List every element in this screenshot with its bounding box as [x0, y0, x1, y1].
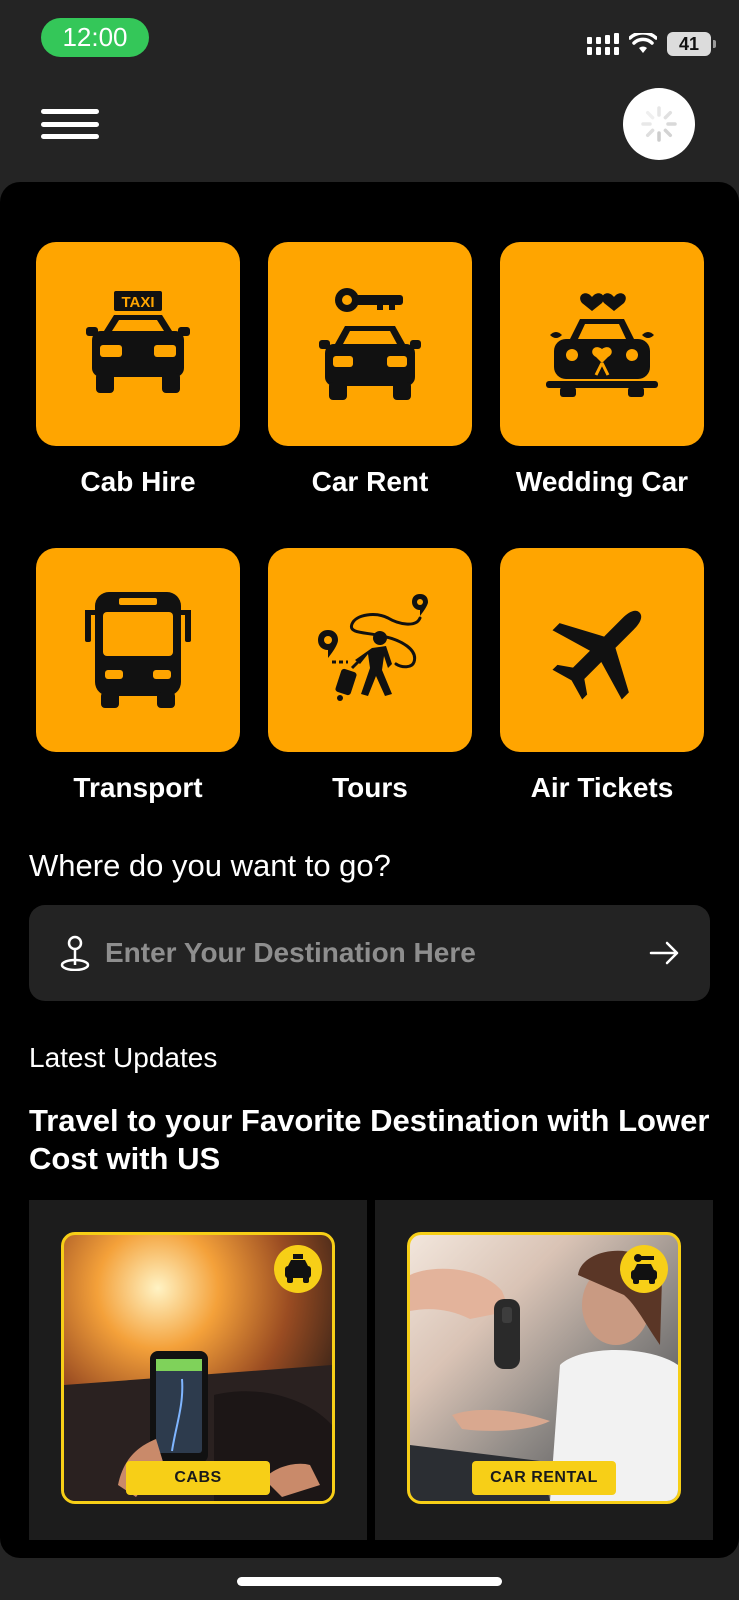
service-tile[interactable] — [268, 548, 472, 752]
signal-icon — [587, 33, 619, 55]
car-key-badge-icon — [620, 1245, 668, 1293]
loading-spinner-icon — [641, 106, 677, 142]
service-air-tickets[interactable]: Air Tickets — [500, 548, 704, 804]
car-rental-photo: CAR RENTAL — [407, 1232, 681, 1504]
wedding-car-icon — [546, 293, 658, 397]
service-car-rent[interactable]: Car Rent — [268, 242, 472, 498]
promo-headline: Travel to your Favorite Destination with… — [29, 1103, 710, 1176]
service-label: Air Tickets — [530, 772, 674, 803]
car-key-icon — [319, 288, 421, 400]
card-tag: CABS — [126, 1461, 270, 1495]
service-tile[interactable] — [36, 548, 240, 752]
main-panel: TAXI Cab Hire Car Rent Wedding Car Trans… — [0, 182, 739, 1558]
home-indicator[interactable] — [237, 1577, 502, 1586]
profile-avatar[interactable] — [623, 88, 695, 160]
updates-carousel[interactable]: CABS CAR RENTAL — [29, 1200, 713, 1540]
taxi-icon: TAXI — [86, 291, 190, 393]
service-label: Cab Hire — [80, 466, 196, 497]
service-tours[interactable]: Tours — [268, 548, 472, 804]
destination-search-box[interactable] — [29, 905, 710, 1001]
service-label: Tours — [332, 772, 408, 803]
wifi-icon — [629, 33, 657, 53]
taxi-sign-text: TAXI — [121, 294, 154, 311]
service-tile[interactable]: TAXI — [36, 242, 240, 446]
service-label: Transport — [73, 772, 203, 803]
update-card-cabs[interactable]: CABS — [29, 1200, 367, 1540]
latest-updates-heading: Latest Updates — [29, 1042, 218, 1073]
app-header — [0, 80, 739, 180]
service-transport[interactable]: Transport — [36, 548, 240, 804]
taxi-badge-icon — [274, 1245, 322, 1293]
card-tag: CAR RENTAL — [472, 1461, 616, 1495]
service-label: Car Rent — [311, 466, 429, 497]
search-question: Where do you want to go? — [29, 848, 391, 883]
status-time: 12:00 — [41, 18, 149, 57]
service-wedding-car[interactable]: Wedding Car — [500, 242, 704, 498]
destination-input[interactable] — [105, 927, 645, 979]
service-cab-hire[interactable]: TAXI Cab Hire — [36, 242, 240, 498]
bus-icon — [85, 592, 191, 708]
cabs-photo: CABS — [61, 1232, 335, 1504]
traveler-route-icon — [318, 594, 428, 701]
service-tile[interactable] — [500, 548, 704, 752]
service-label: Wedding Car — [515, 466, 689, 497]
status-bar: 12:00 41 — [0, 0, 739, 80]
update-card-car-rental[interactable]: CAR RENTAL — [375, 1200, 713, 1540]
location-pin-icon — [60, 935, 90, 971]
battery-indicator: 41 — [667, 32, 716, 56]
status-icons: 41 — [587, 31, 716, 57]
hamburger-menu-icon[interactable] — [41, 104, 99, 144]
arrow-right-icon[interactable] — [647, 935, 683, 971]
service-tile[interactable] — [268, 242, 472, 446]
airplane-icon — [552, 610, 642, 700]
service-tile[interactable] — [500, 242, 704, 446]
